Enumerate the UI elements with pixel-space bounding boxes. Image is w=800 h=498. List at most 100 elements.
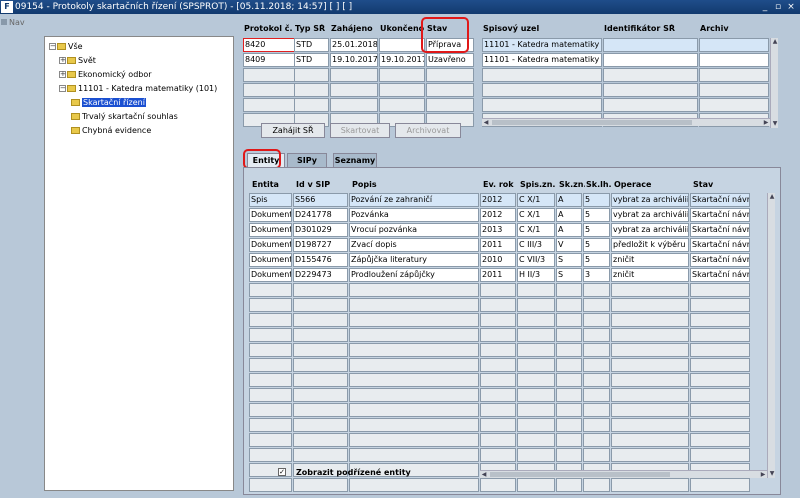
entity-cell[interactable]: 2012 [480,208,516,222]
entity-empty-cell[interactable] [611,403,689,417]
scroll-up-icon[interactable]: ▲ [771,38,779,46]
entity-empty-cell[interactable] [690,373,750,387]
entity-empty-cell[interactable] [690,283,750,297]
entity-empty-cell[interactable] [517,388,555,402]
minimize-button[interactable]: _ [760,2,770,12]
entity-cell[interactable]: Prodloužení zápůjčky [349,268,479,282]
entity-empty-cell[interactable] [556,403,582,417]
protocol-empty-cell[interactable] [243,98,295,112]
entity-empty-cell[interactable] [517,328,555,342]
entity-empty-cell[interactable] [690,478,750,492]
entity-empty-cell[interactable] [480,373,516,387]
entity-empty-cell[interactable] [556,373,582,387]
entity-vscroll[interactable]: ▲ ▼ [767,193,775,478]
entity-empty-cell[interactable] [349,313,479,327]
tree-node[interactable]: + Ekonomický odbor [59,69,152,80]
protocol-cell[interactable]: 8409 [243,53,295,67]
tree-node[interactable]: − Vše [49,41,83,52]
scroll-up-icon[interactable]: ▲ [768,193,776,201]
entity-cell[interactable]: Skartační návrh [690,268,750,282]
entity-cell[interactable]: D241778 [293,208,348,222]
entity-cell[interactable]: vybrat za archiválii [611,208,689,222]
entity-empty-cell[interactable] [611,448,689,462]
entity-cell[interactable]: Vrocuí pozvánka [349,223,479,237]
protocol-hscroll[interactable]: ◀ ▶ [482,118,770,126]
protocol-detail-empty-cell[interactable] [699,68,769,82]
entity-cell[interactable]: Dokument [249,268,292,282]
entity-empty-cell[interactable] [517,478,555,492]
scroll-thumb[interactable] [490,472,670,477]
entity-empty-cell[interactable] [349,343,479,357]
tab-seznamy[interactable]: Seznamy [333,153,377,167]
entity-empty-cell[interactable] [583,448,610,462]
entity-empty-cell[interactable] [556,478,582,492]
entity-empty-cell[interactable] [517,433,555,447]
protocol-empty-cell[interactable] [426,98,474,112]
tree-node[interactable]: − 11101 - Katedra matematiky (101) [59,83,217,94]
entity-empty-cell[interactable] [249,388,292,402]
entity-empty-cell[interactable] [583,478,610,492]
archive-button[interactable]: Archivovat [395,123,461,138]
entity-empty-cell[interactable] [480,358,516,372]
entity-empty-cell[interactable] [517,448,555,462]
scroll-left-icon[interactable]: ◀ [480,471,488,479]
entity-empty-cell[interactable] [690,343,750,357]
entity-empty-cell[interactable] [480,448,516,462]
entity-empty-cell[interactable] [349,478,479,492]
entity-cell[interactable]: Skartační návrh [690,238,750,252]
entity-empty-cell[interactable] [611,283,689,297]
entity-empty-cell[interactable] [583,298,610,312]
nav-button[interactable]: Nav [1,18,25,27]
entity-cell[interactable]: zničit [611,253,689,267]
protocol-detail-empty-cell[interactable] [482,98,602,112]
protocol-empty-cell[interactable] [330,68,378,82]
protocol-cell[interactable]: 8420 [243,38,295,52]
entity-empty-cell[interactable] [517,313,555,327]
entity-empty-cell[interactable] [249,298,292,312]
protocol-cell[interactable]: STD [294,38,329,52]
entity-empty-cell[interactable] [517,358,555,372]
entity-cell[interactable]: 2011 [480,238,516,252]
entity-cell[interactable]: H II/3 [517,268,555,282]
entity-empty-cell[interactable] [583,403,610,417]
entity-cell[interactable]: Skartační návrh [690,223,750,237]
show-children-checkbox[interactable]: ✓ [278,468,286,476]
entity-empty-cell[interactable] [249,418,292,432]
entity-empty-cell[interactable] [293,313,348,327]
protocol-empty-cell[interactable] [243,68,295,82]
entity-empty-cell[interactable] [293,433,348,447]
entity-empty-cell[interactable] [293,418,348,432]
protocol-detail-cell[interactable] [603,38,698,52]
entity-empty-cell[interactable] [349,373,479,387]
entity-empty-cell[interactable] [556,283,582,297]
entity-empty-cell[interactable] [556,328,582,342]
protocol-detail-empty-cell[interactable] [699,83,769,97]
entity-empty-cell[interactable] [349,388,479,402]
entity-empty-cell[interactable] [480,478,516,492]
protocol-cell[interactable]: STD [294,53,329,67]
entity-empty-cell[interactable] [611,298,689,312]
entity-cell[interactable]: D301029 [293,223,348,237]
entity-empty-cell[interactable] [583,283,610,297]
entity-empty-cell[interactable] [611,343,689,357]
tree-node[interactable]: Skartační řízení [71,97,146,108]
protocol-detail-empty-cell[interactable] [603,83,698,97]
entity-empty-cell[interactable] [249,343,292,357]
entity-empty-cell[interactable] [293,373,348,387]
entity-empty-cell[interactable] [293,298,348,312]
entity-empty-cell[interactable] [249,433,292,447]
protocol-empty-cell[interactable] [379,83,425,97]
start-sr-button[interactable]: Zahájit SŘ [261,123,325,138]
entity-cell[interactable]: Skartační návrh [690,193,750,207]
entity-empty-cell[interactable] [249,313,292,327]
protocol-detail-cell[interactable] [699,53,769,67]
entity-empty-cell[interactable] [611,358,689,372]
entity-empty-cell[interactable] [611,313,689,327]
entity-empty-cell[interactable] [249,403,292,417]
expand-icon[interactable]: + [59,71,66,78]
collapse-icon[interactable]: − [49,43,56,50]
entity-empty-cell[interactable] [349,433,479,447]
entity-cell[interactable]: A [556,193,582,207]
tab-sipy[interactable]: SIPy [287,153,327,167]
scroll-down-icon[interactable]: ▼ [768,470,776,478]
